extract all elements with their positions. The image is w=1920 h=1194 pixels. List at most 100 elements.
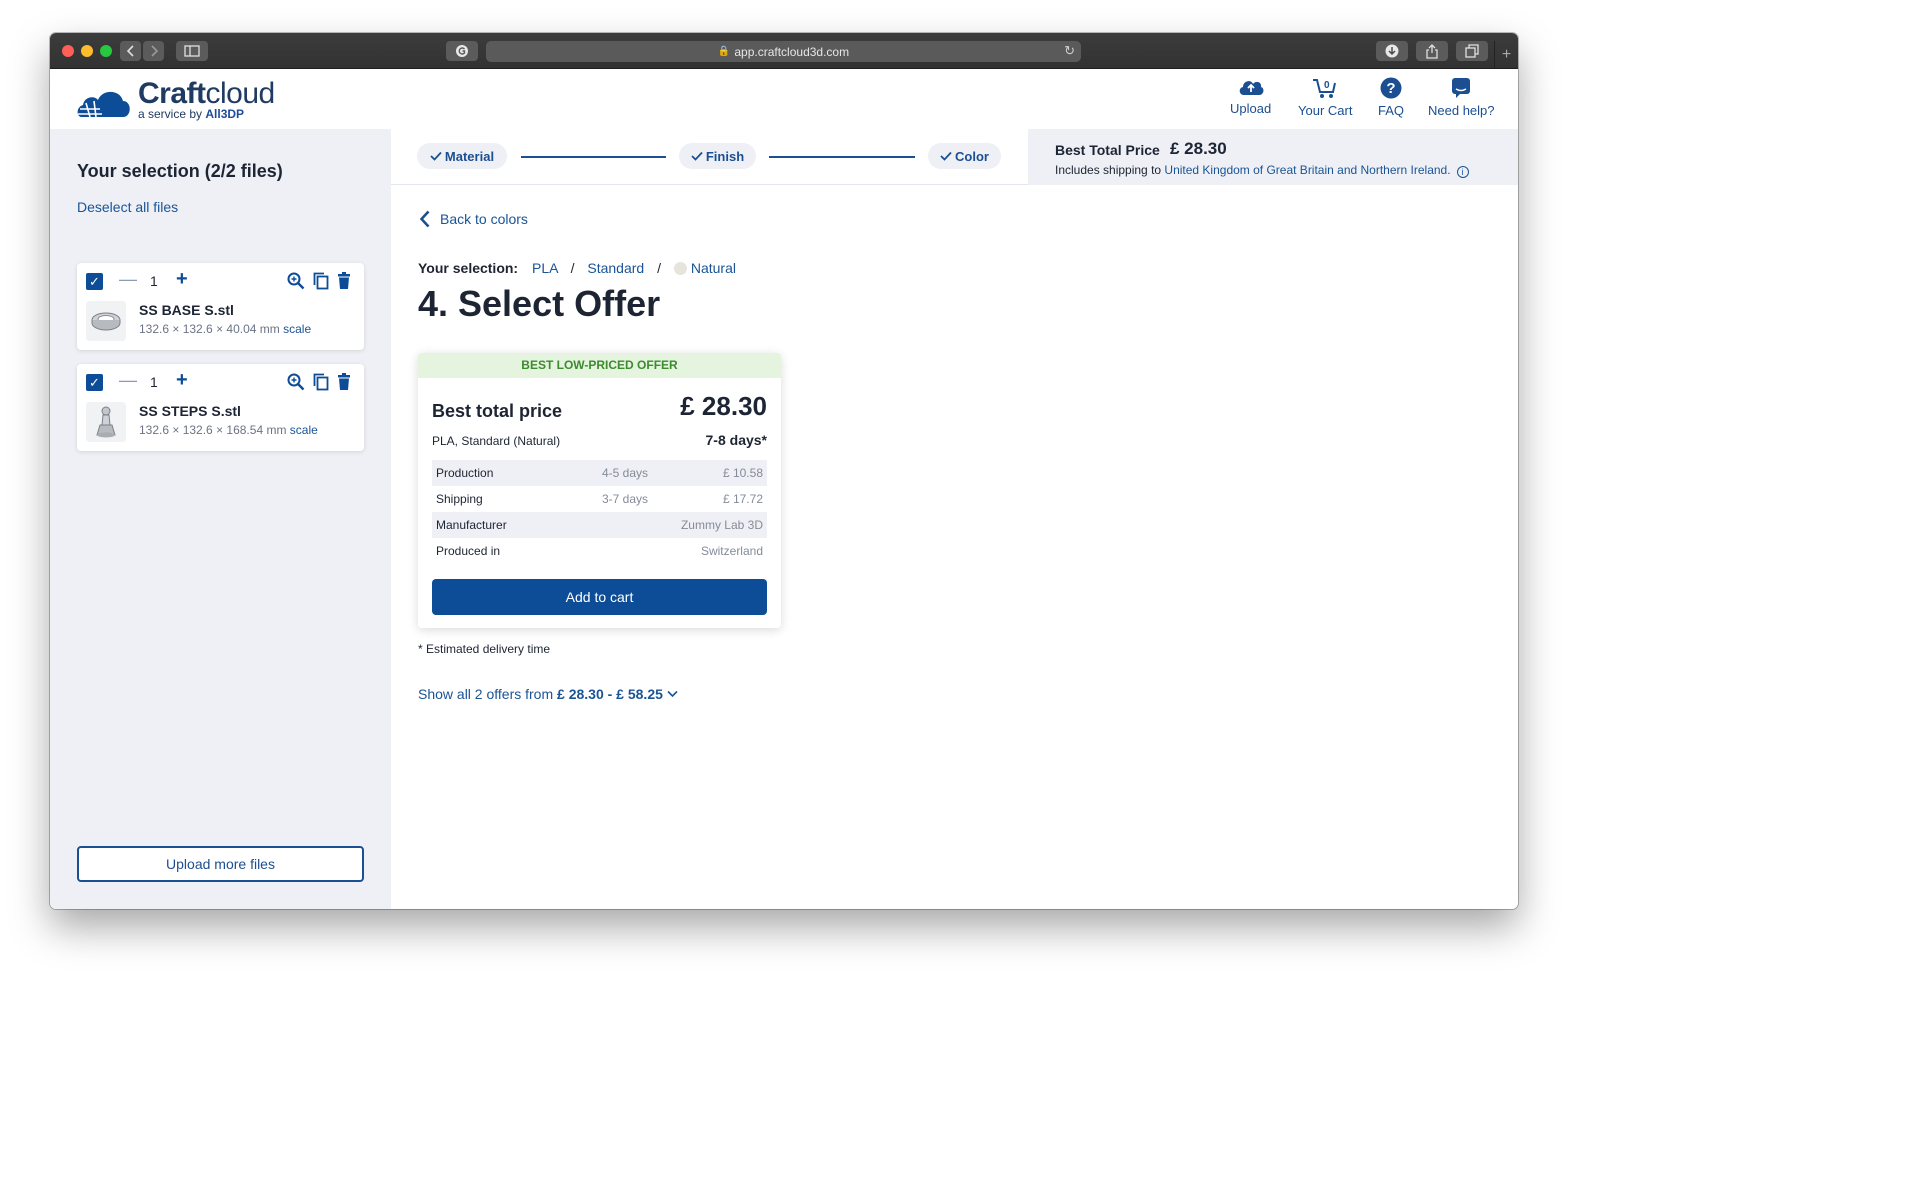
file-card: ✓ — 1 + SS STEPS S.stl 132.6 × 132.6 × 1… [77,364,364,451]
configuration-steps: Material Finish Color [391,129,1028,185]
zoom-in-icon[interactable] [287,272,305,290]
table-row: Manufacturer Zummy Lab 3D [432,512,767,538]
selection-color-link[interactable]: Natural [691,260,736,276]
best-total-price-value: £ 28.30 [1170,139,1227,158]
quantity-decrease-button[interactable]: — [119,370,137,391]
breadcrumb-separator: / [570,260,575,276]
offer-details-table: Production 4-5 days £ 10.58 Shipping 3-7… [432,460,767,564]
sidebar-icon [184,45,200,57]
chevron-down-icon [667,690,678,698]
zoom-in-icon[interactable] [287,373,305,391]
offer-title: Best total price [432,401,563,421]
row-value: Zummy Lab 3D [680,518,763,532]
shipping-country-link[interactable]: United Kingdom of Great Britain and Nort… [1164,163,1450,177]
back-to-colors-link[interactable]: Back to colors [420,210,528,228]
add-to-cart-button[interactable]: Add to cart [432,579,767,615]
cloud-upload-icon [1239,81,1264,95]
selection-breadcrumb: Your selection: PLA / Standard / Natural [418,260,736,276]
file-select-checkbox[interactable]: ✓ [86,273,103,290]
tabs-overview-button[interactable] [1456,41,1488,61]
show-all-offers-range: £ 28.30 - £ 58.25 [557,686,663,702]
file-quantity[interactable]: 1 [150,374,158,390]
offer-subtitle: PLA, Standard (Natural) [432,434,561,448]
model-steps-icon [96,406,116,438]
scale-link[interactable]: scale [283,322,311,336]
file-thumbnail [86,402,126,442]
show-all-offers-prefix: Show all 2 offers from [418,686,558,702]
nav-need-help[interactable]: Need help? [1428,77,1495,118]
table-row: Production 4-5 days £ 10.58 [432,460,767,486]
nav-cart[interactable]: 0 Your Cart [1298,77,1352,118]
sidebar-toggle-button[interactable] [176,41,208,61]
logo-subtitle-brand: All3DP [205,107,245,121]
file-quantity[interactable]: 1 [150,273,158,289]
download-icon [1385,44,1399,58]
offer-card: BEST LOW-PRICED OFFER Best total price £… [418,353,781,628]
row-value: £ 10.58 [722,466,763,480]
best-total-price-title: Best Total Price [1055,142,1160,158]
tabs-icon [1465,44,1479,58]
file-selection-sidebar: Your selection (2/2 files) Deselect all … [50,129,391,909]
logo-text-bold: Craft [138,77,206,110]
address-bar[interactable]: 🔒 app.craftcloud3d.com ↻ [486,41,1081,62]
minimize-window-button[interactable] [81,45,93,57]
new-tab-button[interactable]: + [1494,41,1518,69]
nav-faq[interactable]: ? FAQ [1378,77,1404,118]
selection-material-link[interactable]: PLA [532,260,558,276]
show-all-offers-link[interactable]: Show all 2 offers from £ 28.30 - £ 58.25 [418,686,678,702]
offer-price: £ 28.30 [680,391,767,421]
breadcrumb-separator: / [657,260,661,276]
cart-count: 0 [1324,80,1330,91]
downloads-button[interactable] [1376,41,1408,61]
chat-icon [1452,78,1471,98]
selection-title: Your selection (2/2 files) [77,161,283,181]
page-title: 4. Select Offer [418,283,661,324]
duplicate-icon[interactable] [313,272,329,290]
step-material-label: Material [444,148,495,164]
close-window-button[interactable] [62,45,74,57]
zoom-window-button[interactable] [100,45,112,57]
quantity-decrease-button[interactable]: — [119,269,137,290]
deselect-all-link[interactable]: Deselect all files [77,199,178,215]
duplicate-icon[interactable] [313,373,329,391]
model-base-icon [91,312,121,331]
craftcloud-logo[interactable]: Craftcloud a service by All3DP [76,77,306,121]
scale-link[interactable]: scale [290,423,318,437]
quantity-increase-button[interactable]: + [176,268,188,291]
table-row: Shipping 3-7 days £ 17.72 [432,486,767,512]
forward-nav-button[interactable] [143,41,164,61]
info-icon[interactable]: i [1456,166,1469,178]
step-color-label: Color [955,148,989,164]
back-nav-button[interactable] [120,41,141,61]
quantity-increase-button[interactable]: + [176,369,188,392]
file-card: ✓ — 1 + SS BASE S.stl 132.6 × 132.6 × 40… [77,263,364,350]
logo-text-rest: cloud [205,77,276,110]
nav-upload-label: Upload [1230,101,1272,116]
nav-upload[interactable]: Upload [1230,77,1271,116]
step-material[interactable]: Material [417,143,507,169]
reload-icon[interactable]: ↻ [1064,43,1075,59]
lock-icon: 🔒 [717,46,731,57]
back-to-colors-label: Back to colors [440,211,528,227]
offer-delivery-days: 7-8 days* [705,432,767,448]
checkmark-icon [691,151,703,161]
row-label: Produced in [436,544,501,558]
share-button[interactable] [1416,41,1448,61]
upload-more-files-button[interactable]: Upload more files [77,846,364,882]
row-time: 3-7 days [602,492,649,506]
step-finish[interactable]: Finish [679,143,756,169]
table-row: Produced in Switzerland [432,538,767,564]
checkmark-icon [430,151,442,161]
selection-label: Your selection: [418,260,519,276]
browser-window: 🔒 app.craftcloud3d.com ↻ + Craftcloud a … [50,33,1518,909]
estimated-delivery-note: * Estimated delivery time [418,642,551,656]
nav-faq-label: FAQ [1378,103,1405,118]
file-select-checkbox[interactable]: ✓ [86,374,103,391]
extension-button[interactable] [446,41,478,61]
step-finish-label: Finish [705,148,745,164]
step-connector [521,156,666,158]
delete-icon[interactable] [337,373,351,391]
selection-finish-link[interactable]: Standard [587,260,644,276]
step-color[interactable]: Color [928,143,1001,169]
delete-icon[interactable] [337,272,351,290]
